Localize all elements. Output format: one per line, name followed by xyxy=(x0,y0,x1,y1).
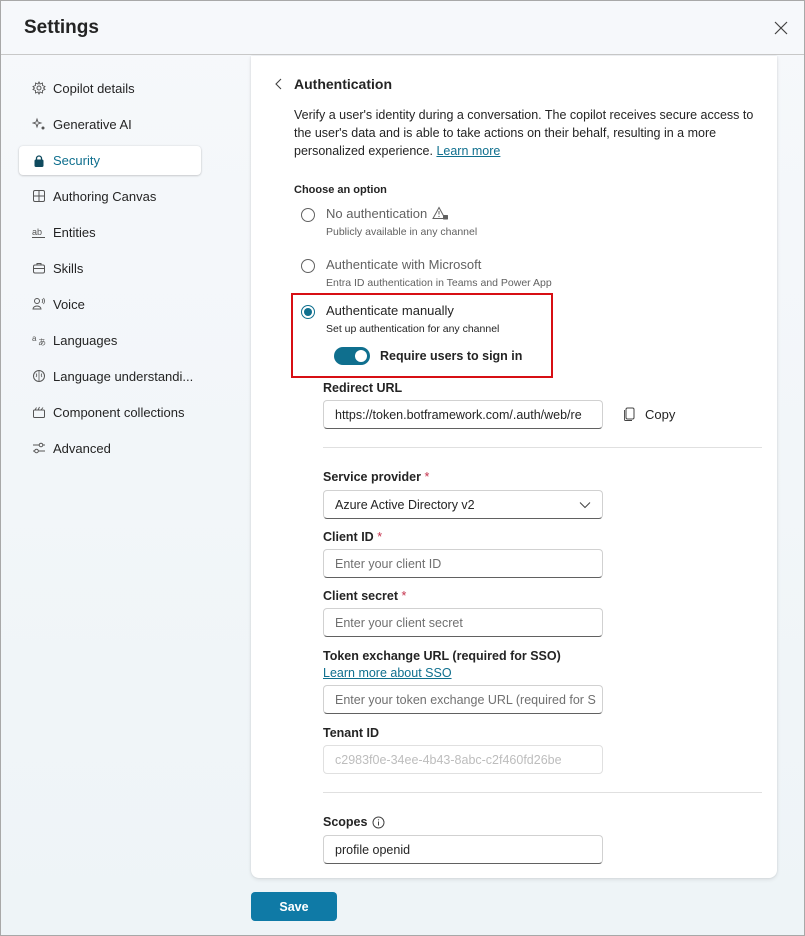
redirect-url-field[interactable]: https://token.botframework.com/.auth/web… xyxy=(323,400,603,429)
sidebar-item-generative-ai[interactable]: Generative AI xyxy=(19,106,201,142)
sidebar-item-label: Skills xyxy=(53,260,84,276)
brain-icon xyxy=(32,369,46,383)
required-marker: * xyxy=(424,470,430,484)
sidebar-item-language-understanding[interactable]: Language understandi... xyxy=(19,358,201,394)
require-sign-in-row: Require users to sign in xyxy=(334,347,522,365)
client-id-input[interactable]: Enter your client ID xyxy=(323,549,603,578)
label-text: Client secret xyxy=(323,589,399,603)
sidebar-item-label: Component collections xyxy=(53,404,185,420)
scopes-input[interactable]: profile openid xyxy=(323,835,603,864)
choose-option-label: Choose an option xyxy=(294,184,387,196)
option-label: No authentication xyxy=(326,206,428,221)
sidebar-item-label: Advanced xyxy=(53,440,111,456)
panel-title: Authentication xyxy=(294,76,392,92)
option-authenticate-microsoft[interactable]: Authenticate with Microsoft Entra ID aut… xyxy=(301,257,552,289)
token-exchange-url-input[interactable]: Enter your token exchange URL (required … xyxy=(323,685,603,714)
sidebar-item-advanced[interactable]: Advanced xyxy=(19,430,201,466)
divider xyxy=(323,792,762,793)
dialog-title: Settings xyxy=(24,17,99,38)
sidebar-item-entities[interactable]: ab Entities xyxy=(19,214,201,250)
sidebar-item-voice[interactable]: Voice xyxy=(19,286,201,322)
copy-button[interactable]: Copy xyxy=(623,406,675,422)
learn-more-sso-link[interactable]: Learn more about SSO xyxy=(323,666,452,680)
label-text: Client ID xyxy=(323,530,374,544)
service-provider-label: Service provider * xyxy=(323,470,429,484)
grid-icon xyxy=(32,189,46,203)
option-authenticate-manually[interactable]: Authenticate manually Set up authenticat… xyxy=(301,303,499,335)
label-text: Token exchange URL (required for SSO) xyxy=(323,649,561,663)
sidebar-item-label: Security xyxy=(53,153,100,168)
lock-icon xyxy=(32,154,46,168)
label-text: Scopes xyxy=(323,815,368,829)
sidebar-item-component-collections[interactable]: Component collections xyxy=(19,394,201,430)
required-marker: * xyxy=(401,589,407,603)
service-provider-dropdown[interactable]: Azure Active Directory v2 xyxy=(323,490,603,519)
sidebar-item-label: Entities xyxy=(53,224,96,240)
sliders-icon xyxy=(32,441,46,455)
close-button[interactable] xyxy=(771,18,791,38)
learn-more-link[interactable]: Learn more xyxy=(436,144,500,158)
translate-icon: aあ xyxy=(32,333,46,347)
dialog-header: Settings xyxy=(1,1,804,55)
label-text: Service provider xyxy=(323,470,421,484)
redirect-url-label: Redirect URL xyxy=(323,381,403,395)
chevron-down-icon xyxy=(579,501,591,508)
required-marker: * xyxy=(377,530,383,544)
radio-authenticate-manually[interactable] xyxy=(301,305,315,319)
sidebar-item-label: Copilot details xyxy=(53,80,135,96)
selected-value: Azure Active Directory v2 xyxy=(335,497,475,512)
sidebar-item-authoring-canvas[interactable]: Authoring Canvas xyxy=(19,178,201,214)
copy-icon xyxy=(624,407,635,421)
sidebar-item-label: Authoring Canvas xyxy=(53,188,157,204)
client-secret-input[interactable]: Enter your client secret xyxy=(323,608,603,637)
token-exchange-label: Token exchange URL (required for SSO) Le… xyxy=(323,648,593,682)
sidebar-item-label: Generative AI xyxy=(53,116,132,132)
sidebar-item-label: Voice xyxy=(53,296,85,312)
tenant-id-label: Tenant ID xyxy=(323,726,380,740)
option-label: Authenticate with Microsoft xyxy=(326,257,482,272)
radio-authenticate-microsoft[interactable] xyxy=(301,259,315,273)
option-no-authentication[interactable]: No authentication Publicly available in … xyxy=(301,206,477,238)
briefcase-icon xyxy=(32,261,46,275)
sidebar-item-skills[interactable]: Skills xyxy=(19,250,201,286)
toggle-label: Require users to sign in xyxy=(380,349,523,363)
option-description: Entra ID authentication in Teams and Pow… xyxy=(326,277,552,289)
sidebar-item-label: Language understandi... xyxy=(53,368,194,384)
option-description: Publicly available in any channel xyxy=(326,226,478,238)
description-text: Verify a user's identity during a conver… xyxy=(294,108,754,158)
person-voice-icon xyxy=(32,297,46,311)
divider xyxy=(323,447,762,448)
radio-no-authentication[interactable] xyxy=(301,208,315,222)
warning-lock-icon xyxy=(432,206,449,220)
client-secret-label: Client secret * xyxy=(323,589,406,603)
gear-icon xyxy=(32,81,46,95)
tenant-id-field: c2983f0e-34ee-4b43-8abc-c2f460fd26be xyxy=(323,745,603,774)
require-sign-in-toggle[interactable] xyxy=(334,347,370,365)
svg-text:ab: ab xyxy=(32,227,42,237)
text-ab-icon: ab xyxy=(32,225,46,239)
option-description: Set up authentication for any channel xyxy=(326,323,500,335)
svg-text:あ: あ xyxy=(38,338,46,347)
authentication-panel: Authentication Verify a user's identity … xyxy=(251,56,777,878)
collection-icon xyxy=(32,405,46,419)
close-icon xyxy=(774,21,788,35)
scopes-label: Scopes xyxy=(323,815,385,829)
option-label: Authenticate manually xyxy=(326,303,454,318)
save-button[interactable]: Save xyxy=(251,892,337,921)
settings-sidebar: Copilot details Generative AI Security A… xyxy=(19,70,201,466)
sparkle-icon xyxy=(32,117,46,131)
sidebar-item-languages[interactable]: aあ Languages xyxy=(19,322,201,358)
svg-text:a: a xyxy=(32,334,37,343)
copy-label: Copy xyxy=(645,406,676,422)
sidebar-item-copilot-details[interactable]: Copilot details xyxy=(19,70,201,106)
sidebar-item-label: Languages xyxy=(53,332,118,348)
info-icon[interactable] xyxy=(372,816,385,829)
chevron-left-icon xyxy=(275,78,282,90)
sidebar-item-security[interactable]: Security xyxy=(19,146,201,175)
back-button[interactable] xyxy=(273,76,285,92)
client-id-label: Client ID * xyxy=(323,530,382,544)
panel-description: Verify a user's identity during a conver… xyxy=(294,106,764,160)
